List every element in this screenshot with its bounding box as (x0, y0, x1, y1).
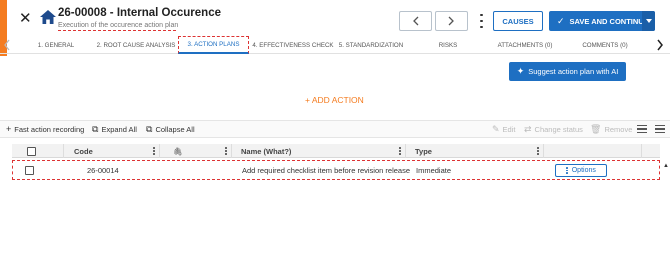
more-options-icon[interactable] (479, 14, 484, 28)
check-icon: ✓ (557, 15, 565, 26)
save-and-continue-button[interactable]: ✓ SAVE AND CONTINUE (549, 11, 655, 31)
column-code[interactable]: Code (64, 144, 160, 158)
expand-all-label: Expand All (101, 125, 137, 134)
edit-button[interactable]: ✎ Edit (492, 124, 515, 135)
fast-action-recording-button[interactable]: + Fast action recording (6, 124, 84, 134)
remove-button[interactable]: 🗑 Remove (590, 124, 632, 135)
change-status-label: Change status (534, 125, 583, 134)
trash-icon: 🗑 (590, 124, 602, 134)
page-title: 26-00008 - Internal Occurence (58, 7, 221, 19)
save-label: SAVE AND CONTINUE (569, 16, 649, 26)
column-attachment[interactable]: 🖇 (160, 144, 232, 158)
column-menu-icon[interactable] (655, 125, 665, 134)
expand-all-button[interactable]: ⧉ Expand All (92, 124, 137, 135)
tab-attachments[interactable]: ATTACHMENTS (0) (490, 36, 560, 54)
pencil-icon: ✎ (492, 124, 500, 134)
column-type[interactable]: Type (406, 144, 544, 158)
tab-scroll-left-icon[interactable] (3, 39, 11, 51)
scroll-up-icon[interactable]: ▲ (663, 163, 669, 169)
column-name-menu-icon[interactable] (399, 147, 401, 155)
subtitle-highlight (58, 30, 176, 31)
tab-scroll-right-icon[interactable] (656, 39, 664, 51)
column-code-label: Code (74, 146, 93, 156)
edit-label: Edit (502, 125, 516, 134)
grid-toolbar: + Fast action recording ⧉ Expand All ⧉ C… (0, 120, 670, 138)
close-icon[interactable]: ✕ (19, 11, 32, 26)
chevron-left-icon (413, 16, 419, 26)
next-button[interactable] (435, 11, 468, 31)
tab-standardization[interactable]: 5. STANDARDIZATION (336, 36, 406, 54)
collapse-icon: ⧉ (146, 124, 153, 134)
row-code: 26-00014 (87, 165, 119, 175)
row-type: Immediate (416, 165, 452, 175)
change-status-button[interactable]: ⇄ Change status (524, 124, 583, 135)
plus-icon: + (6, 124, 12, 134)
column-name-label: Name (What?) (241, 146, 292, 156)
tab-comments[interactable]: COMMENTS (0) (574, 36, 636, 54)
collapse-all-label: Collapse All (155, 125, 195, 134)
density-icon[interactable] (637, 125, 647, 134)
home-icon (40, 10, 56, 24)
row-select-cell (25, 161, 34, 179)
select-all-checkbox[interactable] (27, 146, 36, 156)
tab-risks[interactable]: RISKS (428, 36, 468, 54)
column-code-menu-icon[interactable] (153, 147, 155, 155)
collapse-all-button[interactable]: ⧉ Collapse All (146, 124, 195, 135)
expand-icon: ⧉ (92, 124, 99, 134)
fast-action-recording-label: Fast action recording (14, 124, 85, 134)
remove-label: Remove (604, 125, 633, 134)
table-row[interactable]: 26-00014 Add required checklist item bef… (12, 160, 660, 180)
suggest-action-plan-ai-button[interactable]: ✦ Suggest action plan with AI (509, 62, 626, 81)
previous-button[interactable] (399, 11, 432, 31)
column-name[interactable]: Name (What?) (232, 144, 406, 158)
save-dropdown-button[interactable] (642, 11, 655, 31)
chevron-right-icon (448, 16, 454, 26)
tab-action-plans[interactable]: 3. ACTION PLANS (178, 36, 249, 54)
column-attachment-menu-icon[interactable] (225, 147, 227, 155)
row-name: Add required checklist item before revis… (242, 165, 410, 175)
add-action-button[interactable]: + ADD ACTION (305, 95, 364, 105)
row-options-button[interactable]: Options (555, 164, 607, 177)
row-checkbox[interactable] (25, 165, 34, 175)
tab-effectiveness-check[interactable]: 4. EFFECTIVENESS CHECK (252, 36, 333, 54)
tab-bar: 1. GENERAL 2. ROOT CAUSE ANALYSIS 3. ACT… (0, 36, 670, 54)
select-all-cell (12, 144, 64, 158)
caret-down-icon (645, 19, 652, 23)
column-type-menu-icon[interactable] (537, 147, 539, 155)
tab-root-cause-analysis[interactable]: 2. ROOT CAUSE ANALYSIS (96, 36, 176, 54)
sparkle-icon: ✦ (516, 66, 525, 76)
column-actions (544, 144, 642, 158)
causes-button[interactable]: CAUSES (493, 11, 543, 31)
ai-button-label: Suggest action plan with AI (528, 67, 619, 76)
tab-general[interactable]: 1. GENERAL (22, 36, 90, 54)
swap-icon: ⇄ (524, 124, 532, 134)
vertical-dots-icon (566, 167, 568, 174)
paperclip-icon: 🖇 (173, 146, 183, 156)
row-options-label: Options (571, 167, 596, 174)
table-header: Code 🖇 Name (What?) Type (12, 144, 660, 158)
header: ✕ 26-00008 - Internal Occurence Executio… (7, 0, 670, 36)
page-subtitle: Execution of the occurence action plan (58, 22, 179, 29)
column-type-label: Type (415, 146, 432, 156)
